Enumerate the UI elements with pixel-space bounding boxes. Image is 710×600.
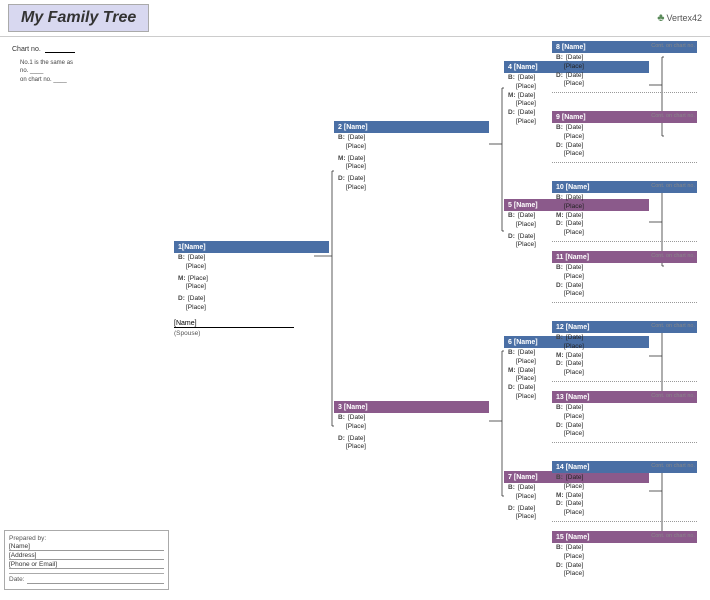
person-11-box: Cont. on chart no. 11 [Name] B:[Date] [P…: [552, 251, 697, 303]
logo: ♣ Vertex42: [657, 12, 702, 24]
person-12-cont: Cont. on chart no.: [651, 323, 695, 329]
person-12-box: Cont. on chart no. 12 [Name] B:[Date] [P…: [552, 321, 697, 382]
person-1-namebar: 1 [Name]: [174, 241, 329, 253]
person-10-name[interactable]: [Name]: [566, 184, 590, 191]
person-11-cont: Cont. on chart no.: [651, 253, 695, 259]
person-1-spouse: [Name] (Spouse): [174, 320, 329, 337]
person-13-name[interactable]: [Name]: [566, 394, 590, 401]
person-2-name[interactable]: [Name]: [344, 124, 368, 131]
person-6-name[interactable]: [Name]: [514, 339, 538, 346]
person-9-name[interactable]: [Name]: [562, 114, 586, 121]
chart-note: No.1 is the same as no. ____ on chart no…: [20, 59, 174, 84]
info-panel: Chart no. No.1 is the same as no. ____ o…: [4, 41, 174, 597]
person-7-name[interactable]: [Name]: [514, 474, 538, 481]
prepared-by-label: Prepared by:: [9, 535, 46, 542]
person-13-details: B:[Date] [Place] D:[Date] [Place]: [552, 403, 697, 440]
person-15-cont: Cont. on chart no.: [651, 533, 695, 539]
preparer-address-field[interactable]: [Address]: [9, 552, 164, 560]
person-8-details: B:[Date] [Place] D:[Date] [Place]: [552, 53, 697, 90]
person-8-cont: Cont. on chart no.: [651, 43, 695, 49]
separator-9: [552, 162, 697, 163]
person-5-name[interactable]: [Name]: [514, 202, 538, 209]
person-12-name[interactable]: [Name]: [566, 324, 590, 331]
date-value-field[interactable]: [27, 576, 164, 584]
person-2-container: 2 [Name] B:[Date] [Place] M:[Date] [Plac…: [334, 121, 489, 194]
person-9-container: Cont. on chart no. 9 [Name] B:[Date] [Pl…: [552, 111, 702, 163]
separator-13: [552, 442, 697, 443]
person-9-box: Cont. on chart no. 9 [Name] B:[Date] [Pl…: [552, 111, 697, 163]
person-10-details: B:[Date] [Place] M:[Date] D:[Date] [Plac…: [552, 193, 697, 239]
person-13-container: Cont. on chart no. 13 [Name] B:[Date] [P…: [552, 391, 702, 443]
person-3-container: 3 [Name] B:[Date] [Place] D:[Date] [Plac…: [334, 401, 489, 453]
person-9-cont: Cont. on chart no.: [651, 113, 695, 119]
person-1-box: 1 [Name] B:[Date] [Place] M:[Place] [Pla…: [174, 241, 329, 337]
separator-14: [552, 521, 697, 522]
person-1-name[interactable]: [Name]: [182, 244, 206, 251]
page-title: My Family Tree: [8, 4, 149, 32]
chart-no-label: Chart no.: [12, 46, 41, 53]
spouse-name[interactable]: [Name]: [174, 320, 294, 328]
person-2-details: B:[Date] [Place] M:[Date] [Place] D:[Dat…: [334, 133, 489, 194]
person-12-container: Cont. on chart no. 12 [Name] B:[Date] [P…: [552, 321, 702, 382]
person-2-namebar: 2 [Name]: [334, 121, 489, 133]
person-15-details: B:[Date] [Place] D:[Date] [Place]: [552, 543, 697, 580]
person-14-box: Cont. on chart no. 14 [Name] B:[Date] [P…: [552, 461, 697, 522]
person-13-cont: Cont. on chart no.: [651, 393, 695, 399]
person-11-container: Cont. on chart no. 11 [Name] B:[Date] [P…: [552, 251, 702, 303]
person-11-name[interactable]: [Name]: [565, 254, 589, 261]
person-8-name[interactable]: [Name]: [562, 44, 586, 51]
preparer-info: Prepared by: [Name] [Address] [Phone or …: [4, 530, 169, 590]
person-1-details: B:[Date] [Place] M:[Place] [Place] D:[Da…: [174, 253, 329, 314]
person-3-box: 3 [Name] B:[Date] [Place] D:[Date] [Plac…: [334, 401, 489, 453]
separator-12: [552, 381, 697, 382]
logo-icon: ♣: [657, 12, 664, 24]
separator-10: [552, 241, 697, 242]
person-3-details: B:[Date] [Place] D:[Date] [Place]: [334, 413, 489, 453]
person-15-container: Cont. on chart no. 15 [Name] B:[Date] [P…: [552, 531, 702, 580]
person-11-details: B:[Date] [Place] D:[Date] [Place]: [552, 263, 697, 300]
chart-number-section: Chart no. No.1 is the same as no. ____ o…: [12, 45, 174, 84]
person-10-box: Cont. on chart no. 10 [Name] B:[Date] [P…: [552, 181, 697, 242]
chart-no-field[interactable]: [45, 45, 75, 53]
person-3-namebar: 3 [Name]: [334, 401, 489, 413]
spouse-label: (Spouse): [174, 330, 329, 337]
preparer-phone-field[interactable]: [Phone or Email]: [9, 561, 164, 569]
separator-11: [552, 302, 697, 303]
person-14-cont: Cont. on chart no.: [651, 463, 695, 469]
tree-area: 1 [Name] B:[Date] [Place] M:[Place] [Pla…: [174, 41, 706, 591]
person-10-cont: Cont. on chart no.: [651, 183, 695, 189]
person-8-container: Cont. on chart no. 8 [Name] B:[Date] [Pl…: [552, 41, 702, 93]
person-14-name[interactable]: [Name]: [566, 464, 590, 471]
person-12-details: B:[Date] [Place] M:[Date] D:[Date] [Plac…: [552, 333, 697, 379]
person-15-box: Cont. on chart no. 15 [Name] B:[Date] [P…: [552, 531, 697, 580]
logo-text: Vertex42: [666, 13, 702, 23]
date-label: Date:: [9, 576, 25, 584]
main-content: Chart no. No.1 is the same as no. ____ o…: [0, 37, 710, 597]
preparer-name-field[interactable]: [Name]: [9, 543, 164, 551]
person-15-name[interactable]: [Name]: [566, 534, 590, 541]
person-2-box: 2 [Name] B:[Date] [Place] M:[Date] [Plac…: [334, 121, 489, 194]
separator-8: [552, 92, 697, 93]
person-8-box: Cont. on chart no. 8 [Name] B:[Date] [Pl…: [552, 41, 697, 93]
person-1-container: 1 [Name] B:[Date] [Place] M:[Place] [Pla…: [174, 241, 329, 337]
page-header: My Family Tree ♣ Vertex42: [0, 0, 710, 37]
person-10-container: Cont. on chart no. 10 [Name] B:[Date] [P…: [552, 181, 702, 242]
person-4-name[interactable]: [Name]: [514, 64, 538, 71]
person-9-details: B:[Date] [Place] D:[Date] [Place]: [552, 123, 697, 160]
person-13-box: Cont. on chart no. 13 [Name] B:[Date] [P…: [552, 391, 697, 443]
person-14-container: Cont. on chart no. 14 [Name] B:[Date] [P…: [552, 461, 702, 522]
person-3-name[interactable]: [Name]: [344, 404, 368, 411]
person-14-details: B:[Date] [Place] M:[Date] D:[Date] [Plac…: [552, 473, 697, 519]
